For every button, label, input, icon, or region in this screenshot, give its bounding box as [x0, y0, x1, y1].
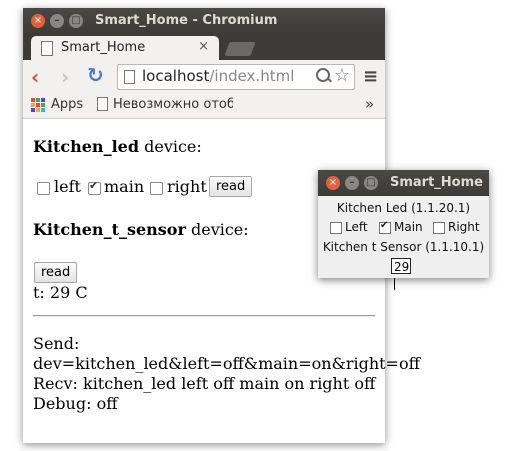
- maximize-icon[interactable]: □: [364, 176, 378, 190]
- url-text: localhost/index.html: [142, 67, 295, 85]
- sensor-device-heading: Kitchen_t_sensor device:: [33, 220, 249, 239]
- gtk-led-label: Kitchen Led (1.1.20.1): [336, 201, 471, 215]
- gtk-window: × – □ Smart_Home Kitchen Led (1.1.20.1) …: [318, 170, 489, 290]
- close-icon[interactable]: ×: [326, 176, 340, 190]
- gtk-left-label: Left: [345, 220, 368, 234]
- bookmark-item[interactable]: Невозможно отоб: [113, 97, 233, 112]
- right-label: right: [167, 177, 207, 196]
- gtk-window-title: Smart_Home: [390, 175, 483, 190]
- reload-icon[interactable]: ↻: [87, 63, 104, 87]
- tab-smart-home[interactable]: Smart_Home ×: [31, 36, 219, 60]
- gtk-left-checkbox[interactable]: [330, 222, 342, 234]
- gtk-main-label: Main: [394, 220, 423, 234]
- bookmarks-bar: Apps Невозможно отоб »: [23, 92, 385, 119]
- tab-label: Smart_Home: [61, 40, 146, 55]
- gtk-main-checkbox[interactable]: [379, 220, 391, 234]
- back-icon[interactable]: ‹: [31, 65, 39, 89]
- menu-icon[interactable]: ≡: [363, 66, 378, 87]
- maximize-icon[interactable]: □: [69, 14, 83, 28]
- divider: [33, 315, 375, 317]
- close-icon[interactable]: ×: [31, 14, 45, 28]
- minimize-icon[interactable]: –: [345, 176, 359, 190]
- debug-text: Debug: off: [33, 394, 118, 413]
- forward-icon[interactable]: ›: [61, 65, 69, 89]
- gtk-sensor-label: Kitchen t Sensor (1.1.10.1): [322, 240, 485, 254]
- left-checkbox[interactable]: [37, 182, 50, 195]
- main-label: main: [104, 177, 145, 196]
- right-checkbox[interactable]: [150, 182, 163, 195]
- apps-grid-icon[interactable]: [31, 98, 45, 112]
- window-title: Smart_Home - Chromium: [95, 13, 278, 28]
- led-read-button[interactable]: read: [209, 176, 253, 197]
- tab-close-icon[interactable]: ×: [198, 39, 209, 54]
- send-value: dev=kitchen_led&left=off&main=on&right=o…: [33, 354, 420, 373]
- left-label: left: [54, 177, 81, 196]
- minimize-icon[interactable]: –: [50, 14, 64, 28]
- gtk-titlebar[interactable]: × – □ Smart_Home: [318, 170, 489, 196]
- gtk-right-checkbox[interactable]: [433, 222, 445, 234]
- new-tab-button[interactable]: [224, 42, 256, 56]
- page-icon: [124, 70, 135, 84]
- document-icon: [41, 41, 53, 56]
- send-label: Send:: [33, 334, 80, 353]
- gtk-temperature-field[interactable]: 29: [391, 258, 411, 290]
- zoom-icon[interactable]: [316, 68, 330, 82]
- bookmark-star-icon[interactable]: ☆: [334, 65, 350, 86]
- browser-toolbar: ‹ › ↻ localhost/index.html ☆ ≡: [23, 60, 385, 92]
- window-titlebar[interactable]: × – □ Smart_Home - Chromium: [23, 8, 385, 34]
- page-content: Kitchen_led device: left main right read…: [23, 119, 420, 443]
- tab-strip: Smart_Home ×: [23, 34, 385, 60]
- address-bar[interactable]: localhost/index.html ☆: [117, 64, 355, 90]
- recv-text: Recv: kitchen_led left off main on right…: [33, 374, 376, 393]
- bookmarks-overflow-icon[interactable]: »: [365, 95, 374, 113]
- sensor-read-button[interactable]: read: [34, 262, 78, 283]
- document-icon: [97, 97, 108, 111]
- led-device-heading: Kitchen_led device:: [33, 137, 202, 156]
- apps-bookmark[interactable]: Apps: [51, 97, 83, 112]
- temperature-text: t: 29 C: [33, 283, 88, 302]
- main-checkbox[interactable]: [88, 179, 101, 195]
- gtk-right-label: Right: [448, 220, 480, 234]
